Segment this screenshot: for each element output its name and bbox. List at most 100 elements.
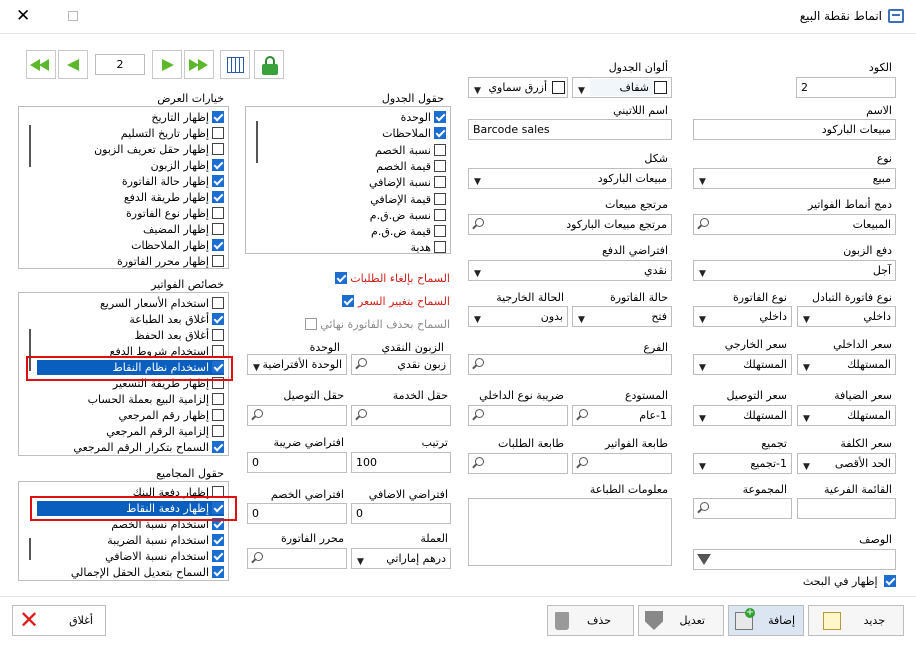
grouping-select[interactable]: ▼ 1-تجميع bbox=[693, 453, 792, 474]
checkbox-icon[interactable] bbox=[434, 241, 446, 254]
search-icon[interactable] bbox=[471, 456, 484, 469]
search-icon[interactable] bbox=[354, 357, 367, 370]
group-field[interactable] bbox=[693, 498, 792, 519]
lock-icon[interactable] bbox=[254, 50, 284, 79]
checkbox-icon[interactable] bbox=[212, 127, 224, 139]
last-record-button[interactable] bbox=[184, 50, 214, 79]
list-item[interactable]: إظهار حقل تعريف الزبون bbox=[94, 142, 224, 157]
triangle-down-icon[interactable] bbox=[697, 554, 711, 565]
close-window-icon[interactable]: ✕ bbox=[16, 6, 30, 26]
table-color1-select[interactable]: ▼ شفاف bbox=[572, 77, 672, 98]
list-scrollbar[interactable] bbox=[256, 121, 258, 163]
default-tax-field[interactable]: 0 bbox=[247, 452, 347, 473]
default-disc-field[interactable]: 0 bbox=[247, 503, 347, 524]
checkbox-icon[interactable] bbox=[212, 313, 224, 325]
search-icon[interactable] bbox=[696, 217, 709, 230]
checkbox-icon[interactable] bbox=[212, 239, 224, 251]
allow-delete-checkbox[interactable]: السماح بحذف الفاتورة نهائي bbox=[302, 318, 450, 332]
checkbox-icon[interactable] bbox=[434, 111, 446, 123]
search-icon[interactable] bbox=[575, 408, 588, 421]
checkbox-icon[interactable] bbox=[304, 318, 317, 330]
maximize-icon[interactable] bbox=[68, 11, 78, 21]
list-item[interactable]: نسبة ض.ق.م bbox=[370, 208, 446, 223]
list-item[interactable]: الوحدة bbox=[401, 110, 446, 125]
warehouse-field[interactable]: 1-عام bbox=[572, 405, 672, 426]
table-color2-select[interactable]: ▼ أزرق سماوي bbox=[468, 77, 568, 98]
list-item[interactable]: السماح بتعديل الحقل الإجمالي bbox=[71, 565, 224, 580]
search-icon[interactable] bbox=[575, 456, 588, 469]
search-icon[interactable] bbox=[250, 408, 263, 421]
search-icon[interactable] bbox=[696, 501, 709, 514]
checkbox-icon[interactable] bbox=[434, 225, 446, 238]
new-button[interactable]: جديد bbox=[808, 605, 904, 636]
inv-type-select[interactable]: ▼ داخلي bbox=[693, 306, 792, 327]
checkbox-icon[interactable] bbox=[212, 191, 224, 203]
branch-field[interactable] bbox=[468, 354, 672, 375]
search-icon[interactable] bbox=[471, 357, 484, 370]
prev-record-button[interactable] bbox=[58, 50, 88, 79]
list-item[interactable]: إظهار رقم المرجعي bbox=[118, 408, 224, 423]
order-field[interactable]: 100 bbox=[351, 452, 451, 473]
checkbox-icon[interactable] bbox=[212, 566, 224, 578]
default-extra-field[interactable]: 0 bbox=[351, 503, 451, 524]
trans-inv-type-select[interactable]: ▼ داخلي bbox=[797, 306, 896, 327]
first-record-button[interactable] bbox=[26, 50, 56, 79]
next-record-button[interactable] bbox=[152, 50, 182, 79]
list-scrollbar[interactable] bbox=[29, 538, 31, 560]
type-select[interactable]: ▼ مبيع bbox=[693, 168, 896, 189]
checkbox-icon[interactable] bbox=[212, 111, 224, 123]
default-pay-select[interactable]: ▼ نقدي bbox=[468, 260, 672, 281]
order-printer-field[interactable] bbox=[468, 453, 568, 474]
checkbox-icon[interactable] bbox=[212, 409, 224, 421]
checkbox-icon[interactable] bbox=[212, 175, 224, 187]
inv-editor-field[interactable] bbox=[247, 548, 347, 569]
inv-printer-field[interactable] bbox=[572, 453, 672, 474]
list-item[interactable]: إلزامية الرقم المرجعي bbox=[106, 424, 224, 439]
unit-select[interactable]: ▼ الوحدة الأفتراضية bbox=[247, 354, 347, 375]
list-item[interactable]: أغلاق بعد الحفظ bbox=[134, 328, 224, 343]
list-item[interactable]: إظهار نوع الفاتورة bbox=[126, 206, 224, 221]
checkbox-icon[interactable] bbox=[342, 295, 355, 307]
int-price-select[interactable]: ▼ المستهلك bbox=[797, 354, 896, 375]
list-item[interactable]: استخدام نسبة الضريبة bbox=[107, 533, 224, 548]
list-item[interactable]: استخدام الأسعار السريع bbox=[100, 296, 224, 311]
inv-status-select[interactable]: ▼ فتح bbox=[572, 306, 672, 327]
list-item[interactable]: قيمة الخصم bbox=[376, 159, 446, 174]
list-item[interactable]: إظهار المضيف bbox=[143, 222, 224, 237]
allow-price-checkbox[interactable]: السماح بتغيير السعر bbox=[339, 295, 450, 309]
edit-button[interactable]: تعديل bbox=[638, 605, 724, 636]
checkbox-icon[interactable] bbox=[212, 425, 224, 437]
cust-pay-select[interactable]: ▼ آجل bbox=[693, 260, 896, 281]
list-item[interactable]: إظهار محرر الفاتورة bbox=[117, 254, 224, 269]
show-search-checkbox[interactable]: إظهار في البحث bbox=[803, 575, 896, 589]
checkbox-icon[interactable] bbox=[212, 297, 224, 309]
list-item[interactable]: إظهار طريقة الدفع bbox=[124, 190, 224, 205]
checkbox-icon[interactable] bbox=[434, 192, 446, 205]
service-field[interactable] bbox=[351, 405, 451, 426]
page-number-field[interactable]: 2 bbox=[95, 54, 145, 75]
name-field[interactable]: مبيعات الباركود bbox=[693, 119, 896, 140]
delivery-field[interactable] bbox=[247, 405, 347, 426]
checkbox-icon[interactable] bbox=[212, 534, 224, 546]
inner-tax-field[interactable] bbox=[468, 405, 568, 426]
list-item[interactable]: قيمة الإضافي bbox=[370, 192, 446, 207]
list-item[interactable]: إظهار الزبون bbox=[151, 158, 224, 173]
list-item[interactable]: الملاحظات bbox=[382, 126, 446, 141]
latin-name-field[interactable]: Barcode sales bbox=[468, 119, 672, 140]
checkbox-icon[interactable] bbox=[212, 223, 224, 235]
search-icon[interactable] bbox=[354, 408, 367, 421]
search-icon[interactable] bbox=[471, 408, 484, 421]
shape-select[interactable]: ▼ مبيعات الباركود bbox=[468, 168, 672, 189]
print-info-field[interactable] bbox=[468, 498, 672, 566]
checkbox-icon[interactable] bbox=[212, 255, 224, 267]
sales-return-field[interactable]: مرتجع مبيعات الباركود bbox=[468, 214, 672, 235]
list-item[interactable]: إظهار التاريخ bbox=[151, 110, 224, 125]
list-item[interactable]: السماح بتكرار الرقم المرجعي bbox=[73, 440, 224, 455]
add-button[interactable]: + إضافة bbox=[728, 605, 804, 636]
close-button[interactable]: ✕ أغلاق bbox=[12, 605, 106, 636]
list-item[interactable]: إظهار حالة الفاتورة bbox=[122, 174, 224, 189]
desc-field[interactable] bbox=[693, 549, 896, 570]
checkbox-icon[interactable] bbox=[434, 159, 446, 172]
checkbox-icon[interactable] bbox=[212, 159, 224, 171]
checkbox-icon[interactable] bbox=[212, 393, 224, 405]
